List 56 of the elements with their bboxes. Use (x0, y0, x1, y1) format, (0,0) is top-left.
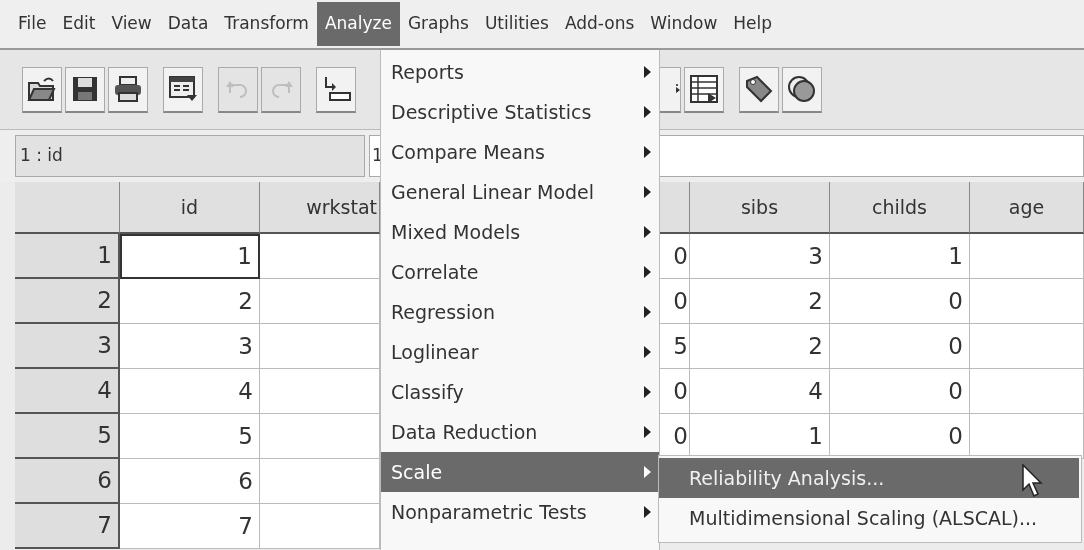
table-cell: 0 (830, 279, 970, 324)
menu-item[interactable]: Window (642, 2, 726, 46)
table-cell: 0 (660, 279, 690, 324)
row-number: 7 (15, 504, 120, 549)
column-header: childs (830, 182, 970, 234)
menu-item[interactable]: Utilities (476, 2, 557, 46)
table-cell: 0 (830, 324, 970, 369)
table-cell: 5 (660, 324, 690, 369)
column-header: sibs (690, 182, 830, 234)
menu-item[interactable]: Transform (216, 2, 317, 46)
menu-item[interactable]: View (103, 2, 160, 46)
menu-item[interactable]: Classify (381, 372, 659, 412)
menu-item[interactable]: Reports (381, 52, 659, 92)
table-cell: 3 (690, 234, 830, 279)
cell-name-field[interactable]: 1 : id (15, 135, 365, 177)
row-number: 1 (15, 234, 120, 279)
menu-item[interactable]: Help (725, 2, 781, 46)
menu-item[interactable]: Edit (54, 2, 104, 46)
row-number: 6 (15, 459, 120, 504)
menu-item[interactable]: Mixed Models (381, 212, 659, 252)
menu-item[interactable]: Correlate (381, 252, 659, 292)
menu-item[interactable]: Add-ons (556, 2, 643, 46)
table-cell[interactable]: 3 (120, 324, 260, 369)
row-number: 3 (15, 324, 120, 369)
menu-item[interactable]: Nonparametric Tests (381, 492, 659, 532)
table-cell: 0 (660, 234, 690, 279)
menu-item[interactable]: Graphs (399, 2, 477, 46)
table-cell[interactable]: 4 (120, 369, 260, 414)
table-cell: 4 (690, 369, 830, 414)
column-header: age (970, 182, 1084, 234)
table-cell[interactable]: 1 (120, 234, 260, 279)
table-cell: 2 (690, 279, 830, 324)
row-number: 5 (15, 414, 120, 459)
table-cell: 0 (660, 369, 690, 414)
table-cell[interactable]: 5 (120, 414, 260, 459)
menu-item[interactable]: File (10, 2, 55, 46)
menu-item[interactable]: Multidimensional Scaling (ALSCAL)... (659, 498, 1079, 538)
table-cell: 0 (830, 369, 970, 414)
menu-item[interactable]: Data (159, 2, 217, 46)
column-header: id (120, 182, 260, 234)
row-number: 2 (15, 279, 120, 324)
table-cell[interactable]: 2 (120, 279, 260, 324)
menu-item[interactable]: Compare Means (381, 132, 659, 172)
table-cell[interactable]: 6 (120, 459, 260, 504)
menu-item[interactable]: Analyze (316, 2, 400, 46)
column-header: wrkstat (260, 182, 380, 234)
table-cell[interactable]: 7 (120, 504, 260, 549)
menu-item[interactable]: Loglinear (381, 332, 659, 372)
menu-item[interactable]: Reliability Analysis... (659, 458, 1079, 498)
table-cell: 2 (690, 324, 830, 369)
menu-item[interactable]: Data Reduction (381, 412, 659, 452)
menu-item[interactable]: Regression (381, 292, 659, 332)
menu-item[interactable]: Descriptive Statistics (381, 92, 659, 132)
menu-item[interactable]: Scale (381, 452, 659, 492)
table-cell: 1 (830, 234, 970, 279)
row-number: 4 (15, 369, 120, 414)
